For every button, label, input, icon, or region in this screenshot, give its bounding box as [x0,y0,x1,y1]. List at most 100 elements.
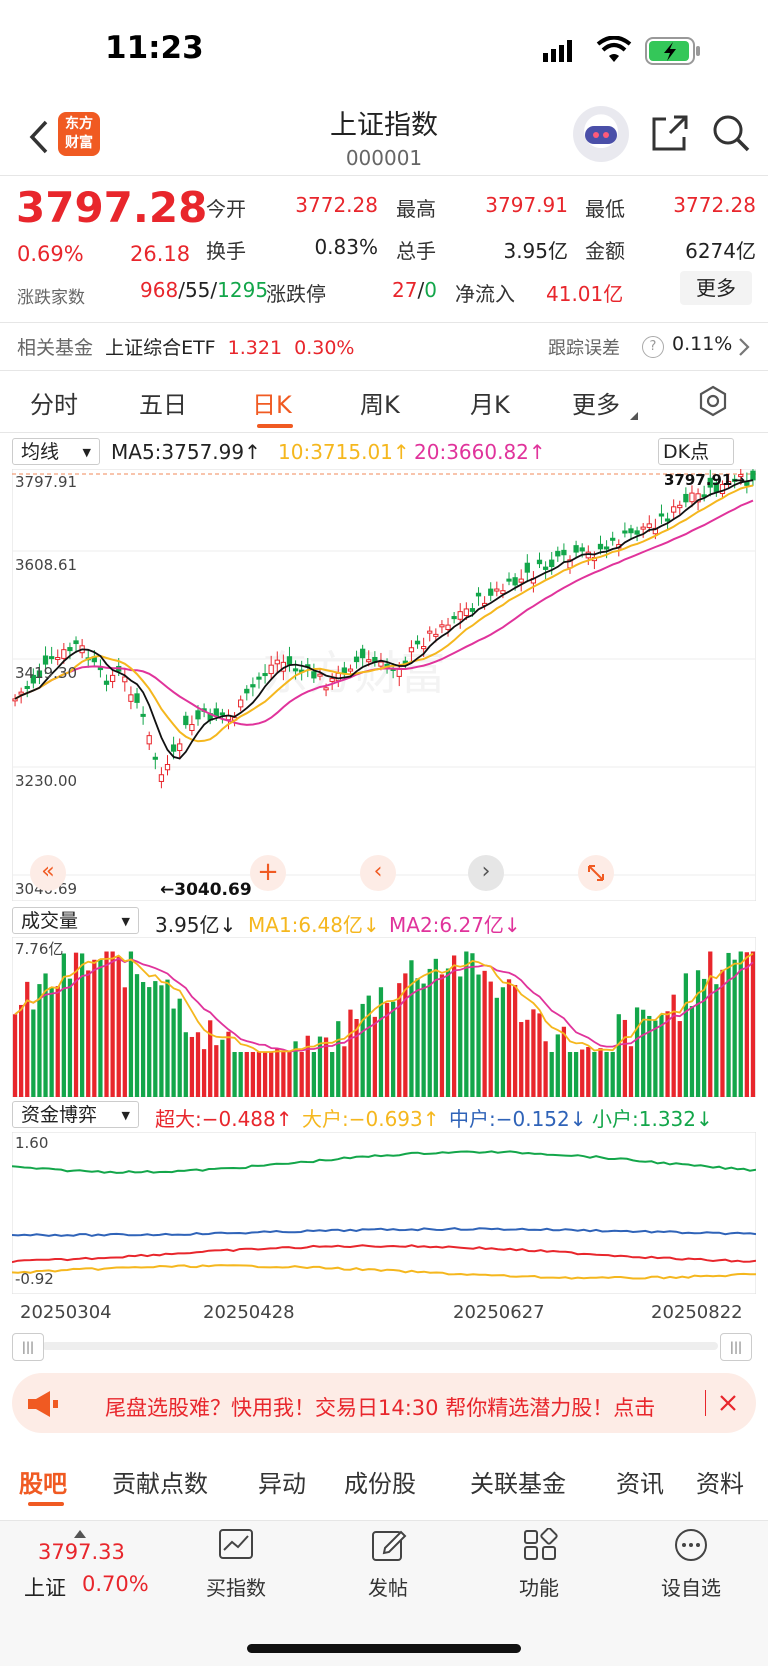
volume-bar [415,978,420,1097]
settings-icon[interactable] [697,385,729,417]
volume-bar [67,978,73,1097]
rewind-button[interactable]: « [30,855,66,891]
volume-bar [159,985,164,1097]
volume-bar [208,1020,213,1097]
tab-weekly-k[interactable]: 周K [360,385,400,420]
y-label-top: 3797.91 [15,473,78,491]
volume-bar [500,987,506,1097]
candle [134,693,140,703]
footer-index-price[interactable]: 3797.33 [38,1540,125,1564]
footer-index-pct[interactable]: 0.70% [82,1572,149,1596]
tab-daily-k[interactable]: 日K [252,385,292,420]
date-label: 20250304 [20,1302,112,1323]
volume-bar [165,979,170,1097]
tab-more[interactable]: 更多 [572,385,620,420]
volume-bar [665,1011,670,1097]
share-icon[interactable] [650,113,690,153]
volume-select-label: 成交量 [21,910,79,932]
low-marker: ←3040.69 [160,880,252,900]
ma10-value: 10:3715.01↑ [278,440,410,464]
candle [103,680,110,685]
candle [488,588,494,596]
add-watchlist-button[interactable]: 设自选 [646,1572,736,1601]
candle [170,744,177,752]
volume-chart[interactable] [12,937,756,1097]
volume-bar [464,951,469,1097]
volume-bar [250,1052,256,1097]
battery-icon [645,37,703,65]
volume-bar [12,1014,18,1097]
turnover-label: 换手 [206,239,246,263]
footer-index-name[interactable]: 上证 [24,1572,66,1602]
volume-select[interactable]: 成交量 ▼ [12,907,139,934]
functions-button[interactable]: 功能 [494,1572,584,1601]
volume-bar [708,951,713,1097]
volume-bar [232,1052,237,1097]
volume-bar [220,1039,225,1097]
limit-up: 27 [392,278,418,302]
tab-guba[interactable]: 股吧 [19,1464,67,1499]
date-label: 20250627 [453,1302,545,1323]
volume-bar [683,973,689,1097]
tab-news[interactable]: 资讯 [616,1464,664,1499]
help-icon[interactable]: ? [642,336,664,358]
grid-icon[interactable] [522,1527,558,1562]
capital-select[interactable]: 资金博弈 ▼ [12,1101,139,1128]
fullscreen-button[interactable] [578,855,614,891]
edit-icon[interactable] [371,1528,407,1562]
candle [152,756,158,760]
tab-profile[interactable]: 资料 [696,1464,744,1499]
fund-row[interactable]: 相关基金 上证综合ETF 1.321 0.30% [17,333,354,360]
sep: / [178,278,185,302]
volume-bar [720,969,725,1097]
tab-monthly-k[interactable]: 月K [470,385,510,420]
candle [353,656,360,663]
banner-text: 尾盘选股难？快用我！交易日14:30 帮你精选潜力股！点击 [105,1396,656,1420]
last-price: 3797.28 [16,183,208,232]
candle [628,528,634,534]
candle [268,664,274,675]
chevron-right-icon[interactable] [737,336,751,358]
candle [189,724,195,731]
tab-constituents[interactable]: 成份股 [344,1464,416,1499]
tab-intraday[interactable]: 分时 [30,385,78,420]
ai-assistant-avatar[interactable] [573,106,629,162]
volume-bar [110,951,115,1097]
volume-bar [134,974,140,1097]
fund-name: 上证综合ETF [105,337,216,359]
range-slider-track[interactable] [42,1342,718,1350]
capital-chart[interactable] [12,1132,756,1294]
amount-label: 金额 [585,239,625,263]
tab-related-funds[interactable]: 关联基金 [470,1464,566,1499]
tab-contribution[interactable]: 贡献点数 [112,1464,208,1499]
candle [55,656,61,660]
close-icon[interactable] [718,1392,738,1414]
range-slider-right-handle[interactable]: ||| [720,1333,752,1361]
candle [689,492,695,503]
buy-index-button[interactable]: 买指数 [191,1572,281,1601]
tab-movement[interactable]: 异动 [258,1464,306,1499]
candle [256,676,262,680]
search-icon[interactable] [711,113,751,153]
candle [573,545,579,553]
ma-select[interactable]: 均线 ▼ [12,438,100,465]
volume-bar [445,968,451,1097]
flat-count: 55 [184,278,211,302]
kline-chart[interactable]: 东方财富 [12,469,756,901]
chart-icon[interactable] [218,1528,254,1562]
more-button[interactable]: 更多 [680,271,752,305]
prev-button[interactable]: ‹ [360,855,396,891]
candle [128,694,134,702]
next-button[interactable]: › [468,855,504,891]
dk-select[interactable]: DK点 [658,438,734,465]
volume-bar [397,983,402,1097]
range-slider-left-handle[interactable]: ||| [12,1333,44,1361]
volume-bar [421,983,426,1097]
candle [274,659,280,665]
volume-bar [299,1052,304,1097]
tab-five-day[interactable]: 五日 [139,385,187,420]
zoom-in-button[interactable]: + [250,855,286,891]
post-button[interactable]: 发帖 [343,1572,433,1601]
candle [475,592,482,597]
more-dots-icon[interactable] [673,1528,709,1562]
